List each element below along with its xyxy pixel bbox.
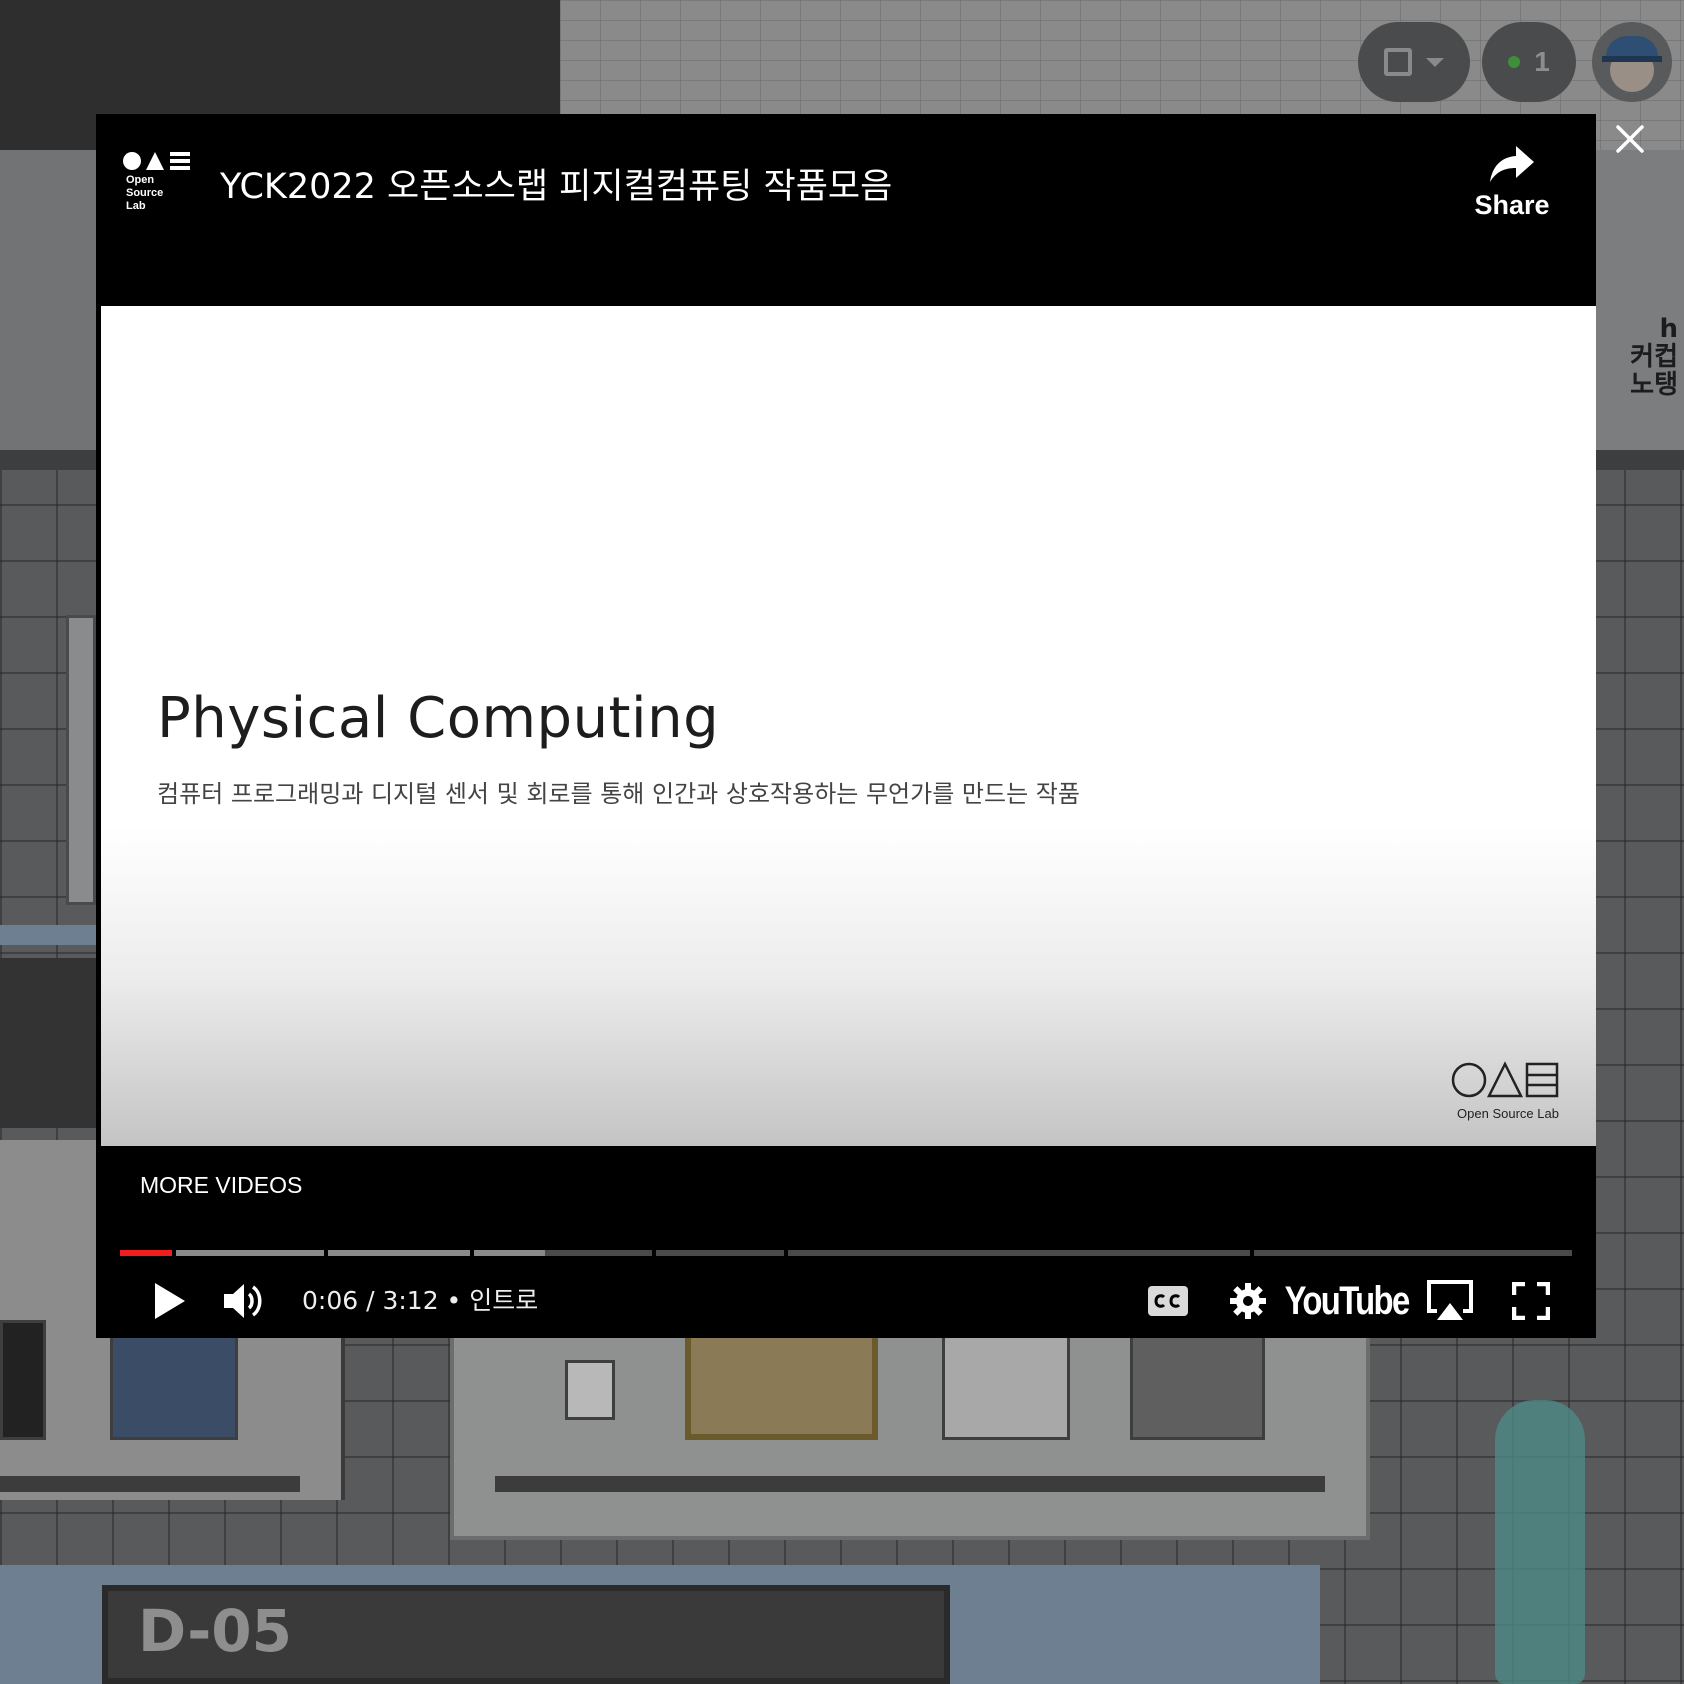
open-source-lab-logo-icon bbox=[1451, 1061, 1559, 1098]
chevron-down-icon bbox=[1426, 57, 1444, 67]
counter-base bbox=[495, 1476, 1325, 1492]
artwork-frame[interactable] bbox=[1130, 1320, 1265, 1440]
channel-logo[interactable]: Open Source Lab bbox=[122, 144, 196, 218]
layout-toggle-button[interactable] bbox=[1358, 22, 1470, 102]
cc-icon bbox=[1148, 1286, 1188, 1316]
open-source-lab-logo-icon bbox=[123, 152, 190, 170]
progress-played bbox=[120, 1250, 172, 1256]
close-button[interactable] bbox=[1606, 115, 1654, 163]
left-wall-frame bbox=[66, 615, 96, 905]
online-status-dot bbox=[1508, 56, 1521, 68]
airplay-icon bbox=[1427, 1280, 1473, 1320]
close-icon bbox=[1616, 125, 1644, 153]
artwork-frame[interactable] bbox=[0, 1320, 46, 1440]
chapter-segment[interactable] bbox=[120, 1250, 172, 1256]
right-wall-sign: h 커컵 노탱 bbox=[1630, 314, 1678, 400]
artwork-frame[interactable] bbox=[110, 1320, 238, 1440]
share-label: Share bbox=[1474, 190, 1550, 220]
fullscreen-button[interactable] bbox=[1496, 1264, 1566, 1338]
left-dark-panel bbox=[0, 958, 100, 1128]
time-display: 0:06 / 3:12 • 인트로 bbox=[302, 1286, 539, 1315]
chapter-segment[interactable] bbox=[328, 1250, 470, 1256]
chapter-segment[interactable] bbox=[474, 1250, 652, 1256]
user-avatar[interactable] bbox=[1592, 22, 1672, 102]
slide-logo-text: Open Source Lab bbox=[1457, 1106, 1559, 1121]
youtube-logo-button[interactable]: YouTube bbox=[1285, 1264, 1411, 1338]
volume-icon bbox=[224, 1284, 262, 1318]
progress-buffered bbox=[176, 1250, 324, 1256]
youtube-video-modal[interactable]: Open Source Lab YCK2022 오픈소스랩 피지컬컴퓨팅 작품모… bbox=[96, 114, 1596, 1338]
video-frame[interactable]: Physical Computing 컴퓨터 프로그래밍과 디지털 센서 및 회… bbox=[101, 306, 1596, 1146]
artwork-frame[interactable] bbox=[565, 1360, 615, 1420]
counter-base bbox=[0, 1476, 300, 1492]
chapter-segment[interactable] bbox=[656, 1250, 784, 1256]
artwork-frame[interactable] bbox=[685, 1320, 878, 1440]
online-users-button[interactable]: 1 bbox=[1482, 22, 1576, 102]
play-icon bbox=[155, 1283, 185, 1319]
settings-button[interactable] bbox=[1212, 1264, 1284, 1338]
captions-button[interactable] bbox=[1132, 1264, 1204, 1338]
progress-bar[interactable] bbox=[120, 1250, 1572, 1256]
npc-character[interactable] bbox=[1495, 1400, 1585, 1684]
progress-buffered bbox=[328, 1250, 470, 1256]
play-button[interactable] bbox=[140, 1264, 200, 1338]
left-blue-strip bbox=[0, 925, 100, 945]
share-arrow-icon bbox=[1490, 146, 1534, 182]
layout-square-icon bbox=[1384, 48, 1412, 76]
youtube-logo: YouTube bbox=[1285, 1278, 1411, 1323]
video-header: Open Source Lab YCK2022 오픈소스랩 피지컬컴퓨팅 작품모… bbox=[96, 114, 1596, 306]
booth-sign: D-05 bbox=[102, 1585, 950, 1684]
chapter-segment[interactable] bbox=[1254, 1250, 1572, 1256]
share-button[interactable]: Share bbox=[1452, 144, 1572, 254]
video-title[interactable]: YCK2022 오픈소스랩 피지컬컴퓨팅 작품모음 bbox=[220, 158, 892, 209]
slide-subtitle: 컴퓨터 프로그래밍과 디지털 센서 및 회로를 통해 인간과 상호작용하는 무언… bbox=[157, 780, 1080, 808]
more-videos-label[interactable]: MORE VIDEOS bbox=[140, 1172, 302, 1199]
progress-buffered bbox=[474, 1250, 546, 1256]
airplay-button[interactable] bbox=[1412, 1264, 1488, 1338]
online-user-count: 1 bbox=[1534, 46, 1550, 77]
slide-title: Physical Computing bbox=[157, 686, 720, 751]
avatar-cap-brim bbox=[1602, 56, 1662, 62]
channel-logo-text: Open Source Lab bbox=[126, 174, 164, 212]
fullscreen-icon bbox=[1512, 1282, 1550, 1320]
chapter-segment[interactable] bbox=[788, 1250, 1250, 1256]
gear-icon bbox=[1230, 1283, 1266, 1319]
artwork-frame[interactable] bbox=[942, 1320, 1070, 1440]
volume-button[interactable] bbox=[214, 1264, 274, 1338]
left-wall bbox=[0, 150, 100, 450]
chapter-segment[interactable] bbox=[176, 1250, 324, 1256]
player-controls: 0:06 / 3:12 • 인트로 YouTube bbox=[96, 1264, 1596, 1338]
